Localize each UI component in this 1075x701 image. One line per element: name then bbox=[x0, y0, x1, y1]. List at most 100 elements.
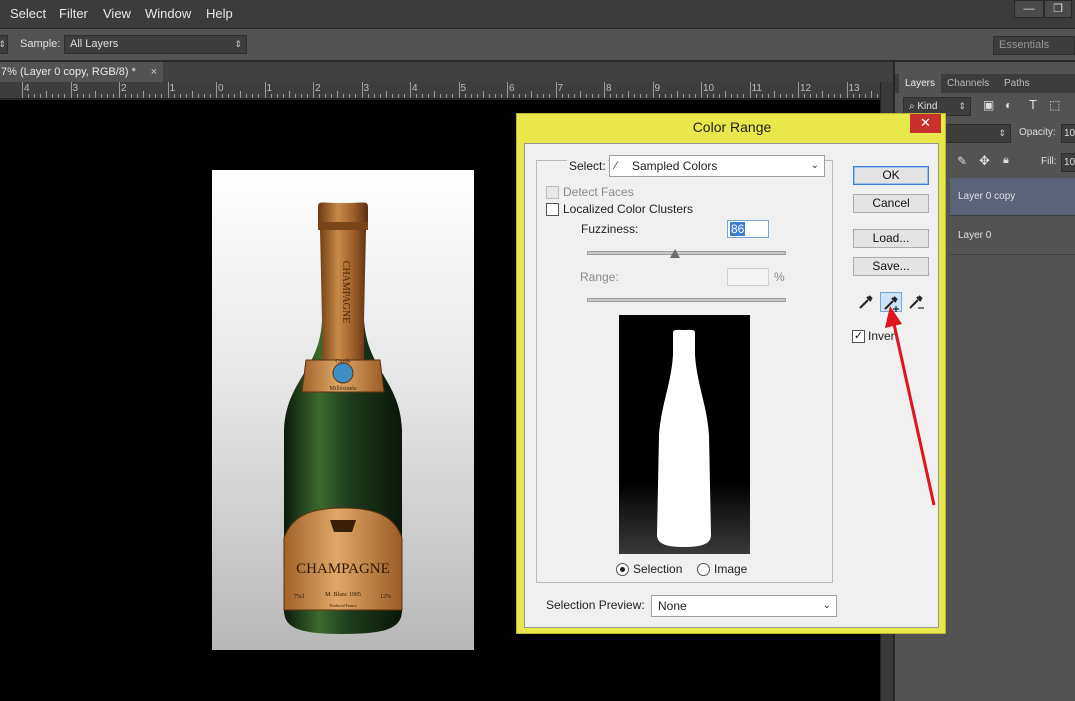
selection-preview-dropdown[interactable]: None ⌄ bbox=[651, 595, 837, 617]
restore-button[interactable]: ❐ bbox=[1044, 0, 1072, 18]
select-dropdown[interactable]: ⁄ Sampled Colors ⌄ bbox=[609, 155, 825, 177]
type-filter-icon[interactable]: T bbox=[1029, 97, 1037, 112]
brush-lock-icon[interactable]: ✎ bbox=[957, 154, 967, 168]
load-button[interactable]: Load... bbox=[853, 229, 929, 248]
eyedropper-icon bbox=[859, 295, 873, 309]
ruler-tick bbox=[28, 94, 30, 98]
menu-view[interactable]: View bbox=[103, 6, 131, 21]
menu-window[interactable]: Window bbox=[145, 6, 191, 21]
sample-dropdown[interactable]: All Layers ⇕ bbox=[64, 35, 247, 54]
ruler-tick bbox=[173, 94, 175, 98]
tab-paths[interactable]: Paths bbox=[998, 74, 1036, 93]
ruler-tick bbox=[209, 94, 211, 98]
fuzziness-input[interactable]: 86 bbox=[727, 220, 769, 238]
eyedropper-button[interactable] bbox=[855, 292, 877, 312]
menu-help[interactable]: Help bbox=[206, 6, 233, 21]
tool-preset-dropdown[interactable]: ⇕ bbox=[0, 35, 8, 54]
ruler-tick bbox=[137, 94, 139, 98]
fuzziness-slider-thumb[interactable] bbox=[669, 249, 680, 258]
dialog-close-button[interactable]: ✕ bbox=[910, 114, 941, 133]
ruler-number: 12 bbox=[800, 83, 812, 94]
minimize-button[interactable]: — bbox=[1014, 0, 1044, 18]
ruler-tick bbox=[191, 91, 193, 98]
ruler-number: 5 bbox=[460, 83, 467, 94]
ruler-tick bbox=[70, 82, 72, 98]
image-radio[interactable] bbox=[697, 563, 710, 576]
shape-filter-icon[interactable]: ⬚ bbox=[1049, 98, 1060, 112]
blend-mode-dropdown[interactable]: ⇕ bbox=[945, 124, 1011, 143]
ruler-tick bbox=[82, 94, 84, 98]
save-button[interactable]: Save... bbox=[853, 257, 929, 276]
ruler-tick bbox=[106, 94, 108, 98]
ruler-tick bbox=[428, 94, 430, 98]
ruler-tick bbox=[694, 94, 696, 98]
ruler-tick bbox=[125, 94, 127, 98]
localized-clusters-label: Localized Color Clusters bbox=[563, 202, 694, 216]
ruler-tick bbox=[270, 94, 272, 98]
ruler-tick bbox=[258, 94, 260, 98]
ruler-tick bbox=[737, 94, 739, 98]
layer-row-layer-0-copy[interactable]: Layer 0 copy bbox=[950, 178, 1075, 216]
detect-faces-checkbox[interactable] bbox=[546, 186, 559, 199]
ruler-tick bbox=[585, 94, 587, 98]
document-tab[interactable]: 7% (Layer 0 copy, RGB/8) * × bbox=[0, 62, 163, 82]
ruler-tick bbox=[52, 94, 54, 98]
produce-text: Produced France bbox=[330, 603, 357, 608]
localized-clusters-checkbox[interactable] bbox=[546, 203, 559, 216]
layer-row-layer-0[interactable]: Layer 0 bbox=[950, 217, 1075, 255]
ruler-tick bbox=[652, 82, 654, 98]
brand-line-text: M. Blanc 1905 bbox=[325, 592, 361, 598]
fuzziness-label: Fuzziness: bbox=[581, 222, 639, 236]
ok-button[interactable]: OK bbox=[853, 166, 929, 185]
ruler-tick bbox=[385, 91, 387, 98]
chevron-down-icon: ⌄ bbox=[810, 160, 819, 171]
fuzziness-slider-track[interactable] bbox=[587, 251, 786, 255]
tab-layers[interactable]: Layers bbox=[899, 74, 942, 93]
move-lock-icon[interactable]: ✥ bbox=[979, 153, 990, 169]
lock-icon[interactable]: 🔒︎ bbox=[1003, 154, 1009, 167]
ruler-tick bbox=[282, 94, 284, 98]
opacity-field[interactable]: 10 bbox=[1061, 124, 1075, 143]
panel-tabs: Layers Channels Paths bbox=[895, 74, 1075, 93]
selection-radio-label: Selection bbox=[633, 562, 683, 576]
close-tab-icon[interactable]: × bbox=[151, 62, 157, 82]
ruler-number: 10 bbox=[703, 83, 715, 94]
ruler-number: 3 bbox=[363, 83, 370, 94]
ruler-tick bbox=[658, 94, 660, 98]
ruler-tick bbox=[628, 91, 630, 98]
ruler-tick bbox=[94, 91, 96, 98]
mask-thumbnail bbox=[619, 315, 750, 554]
options-bar: ⇕ Sample: All Layers ⇕ Essentials bbox=[0, 29, 1075, 61]
pixel-filter-icon[interactable]: ▣ bbox=[983, 98, 994, 112]
ruler-tick bbox=[240, 91, 242, 98]
ruler-tick bbox=[361, 82, 363, 98]
menu-filter[interactable]: Filter bbox=[59, 6, 88, 21]
ruler-tick bbox=[610, 94, 612, 98]
ruler-tick bbox=[228, 94, 230, 98]
adjustment-filter-icon[interactable]: ◐ bbox=[1005, 98, 1012, 112]
selection-radio[interactable] bbox=[616, 563, 629, 576]
menu-select[interactable]: Select bbox=[10, 6, 46, 21]
cancel-button[interactable]: Cancel bbox=[853, 194, 929, 213]
image-radio-label: Image bbox=[714, 562, 748, 576]
ruler-tick bbox=[816, 94, 818, 98]
ruler-tick bbox=[410, 82, 411, 98]
selection-preview-image bbox=[619, 315, 750, 554]
ruler-tick bbox=[822, 91, 824, 98]
ruler-tick bbox=[319, 94, 321, 98]
ruler-tick bbox=[858, 94, 860, 98]
range-slider-track[interactable] bbox=[587, 298, 786, 302]
ruler-tick bbox=[767, 94, 769, 98]
ruler-number: 7 bbox=[557, 83, 564, 94]
ruler-tick bbox=[34, 94, 36, 98]
workspace-switcher[interactable]: Essentials bbox=[993, 36, 1075, 55]
range-input[interactable] bbox=[727, 268, 769, 286]
ruler-tick bbox=[185, 94, 187, 98]
ruler-tick bbox=[313, 82, 314, 98]
ruler-tick bbox=[40, 94, 42, 98]
volume-text: 75cl bbox=[294, 594, 305, 600]
fill-field[interactable]: 10 bbox=[1061, 153, 1075, 172]
ruler-tick bbox=[149, 94, 151, 98]
tab-channels[interactable]: Channels bbox=[941, 74, 995, 93]
invert-checkbox[interactable]: ✓ bbox=[852, 330, 865, 343]
